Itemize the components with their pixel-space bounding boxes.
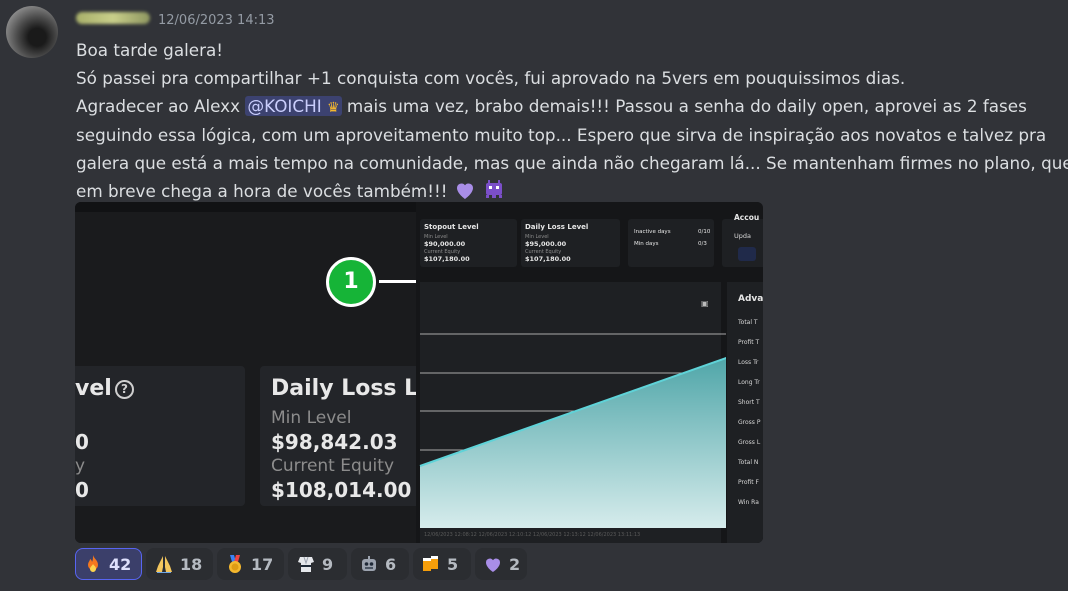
account-title: Accou: [734, 213, 760, 222]
card-label-fragment: y: [75, 456, 86, 476]
message-text: mais uma vez, brabo demais!!! Passou a s…: [341, 95, 1027, 116]
username-blurred[interactable]: [76, 12, 150, 24]
advanced-item: Total N: [738, 459, 759, 466]
calendar-icon: ▣: [701, 299, 709, 308]
equity-area: [420, 358, 726, 528]
purple-heart-icon: [483, 554, 503, 574]
message-line: Boa tarde galera!: [76, 40, 224, 60]
beer-mugs-icon: [421, 554, 441, 574]
update-button: Upda: [734, 232, 751, 240]
daily-loss-equity-value: $107,180.00: [525, 255, 571, 263]
badge-connector: [379, 280, 416, 283]
user-avatar[interactable]: [6, 6, 58, 58]
fire-icon: [83, 554, 103, 574]
attachment-image-left[interactable]: 1 vel ? 0 y 0 Daily Loss Leve Min Level …: [75, 202, 416, 543]
inactive-days-value: 0/10: [698, 229, 711, 235]
advanced-item: Profit T: [738, 339, 760, 346]
message-text: Agradecer ao Alexx: [76, 95, 246, 116]
current-equity-value: $108,014.00: [271, 478, 412, 502]
card-title: Daily Loss Leve: [271, 376, 416, 401]
reaction-medal[interactable]: 17: [217, 548, 284, 580]
purple-invader-icon: [486, 179, 503, 198]
purple-heart-icon: [456, 183, 473, 199]
medal-icon: [225, 554, 245, 574]
message-line: galera que está a mais tempo na comunida…: [76, 153, 1068, 174]
advanced-item: Gross L: [738, 439, 761, 446]
folded-hands-icon: [154, 554, 174, 574]
advanced-item: Total T: [738, 319, 758, 326]
card-title: vel: [75, 376, 112, 401]
reaction-folded-hands[interactable]: 18: [146, 548, 213, 580]
reaction-fire[interactable]: 42: [75, 548, 142, 580]
advanced-item: Long Tr: [738, 379, 760, 386]
robot-face-icon: [359, 554, 379, 574]
message-line: Agradecer ao Alexx @KOICHI ♛ mais uma ve…: [76, 93, 1061, 123]
message-line: Só passei pra compartilhar +1 conquista …: [76, 67, 906, 88]
stopout-title: Stopout Level: [424, 223, 479, 231]
reaction-count: 9: [322, 554, 334, 574]
min-days-label: Min days: [634, 241, 659, 247]
crown-icon: ♛: [327, 99, 340, 116]
reaction-robot[interactable]: 6: [351, 548, 409, 580]
reaction-beer-mugs[interactable]: 5: [413, 548, 471, 580]
user-mention[interactable]: @KOICHI ♛: [245, 95, 342, 116]
daily-loss-title: Daily Loss Level: [525, 223, 589, 231]
reaction-count: 17: [251, 554, 274, 574]
screenshot-topbar: [75, 202, 416, 212]
message-line: seguindo essa lógica, com um aproveitame…: [76, 125, 1047, 146]
daily-loss-min-value: $95,000.00: [525, 240, 567, 248]
trend-icon: [738, 247, 756, 261]
karate-gi-icon: [296, 554, 316, 574]
message-text: em breve chega a hora de vocês também!!!: [76, 180, 453, 201]
advanced-item: Loss Tr: [738, 359, 759, 366]
reaction-count: 5: [447, 554, 459, 574]
stopout-equity-value: $107,180.00: [424, 255, 470, 263]
reaction-count: 18: [180, 554, 203, 574]
min-days-value: 0/3: [698, 241, 707, 247]
reaction-count: 42: [109, 554, 132, 574]
card-value-fragment: 0: [75, 478, 89, 502]
inactive-days-label: Inactive days: [634, 229, 671, 235]
advanced-item: Gross P: [738, 419, 761, 426]
mention-name[interactable]: @KOICHI: [247, 96, 321, 116]
help-icon: ?: [115, 380, 134, 399]
reaction-karate-gi[interactable]: 9: [288, 548, 347, 580]
min-level-value: $98,842.03: [271, 430, 398, 454]
reaction-count: 2: [509, 554, 521, 574]
step-badge: 1: [326, 257, 376, 307]
reaction-count: 6: [385, 554, 397, 574]
advanced-title: Adva: [738, 294, 763, 304]
image-attachment[interactable]: 1 vel ? 0 y 0 Daily Loss Leve Min Level …: [75, 202, 763, 543]
advanced-item: Profit F: [738, 479, 760, 486]
advanced-item: Short T: [738, 399, 760, 406]
reaction-purple-heart[interactable]: 2: [475, 548, 527, 580]
card-value-fragment: 0: [75, 430, 89, 454]
advanced-item: Win Ra: [738, 499, 759, 506]
message-timestamp: 12/06/2023 14:13: [158, 13, 275, 28]
chart-x-labels: 12/06/2023 12:08:12 12/06/2023 12:10:12 …: [424, 532, 641, 538]
min-level-label: Min Level: [271, 408, 352, 428]
attachment-image-right[interactable]: Stopout Level Min Level $90,000.00 Curre…: [416, 202, 763, 543]
message-content: Boa tarde galera! Só passei pra comparti…: [76, 37, 1068, 206]
stopout-min-value: $90,000.00: [424, 240, 466, 248]
equity-chart: [419, 333, 726, 528]
current-equity-label: Current Equity: [271, 456, 395, 476]
